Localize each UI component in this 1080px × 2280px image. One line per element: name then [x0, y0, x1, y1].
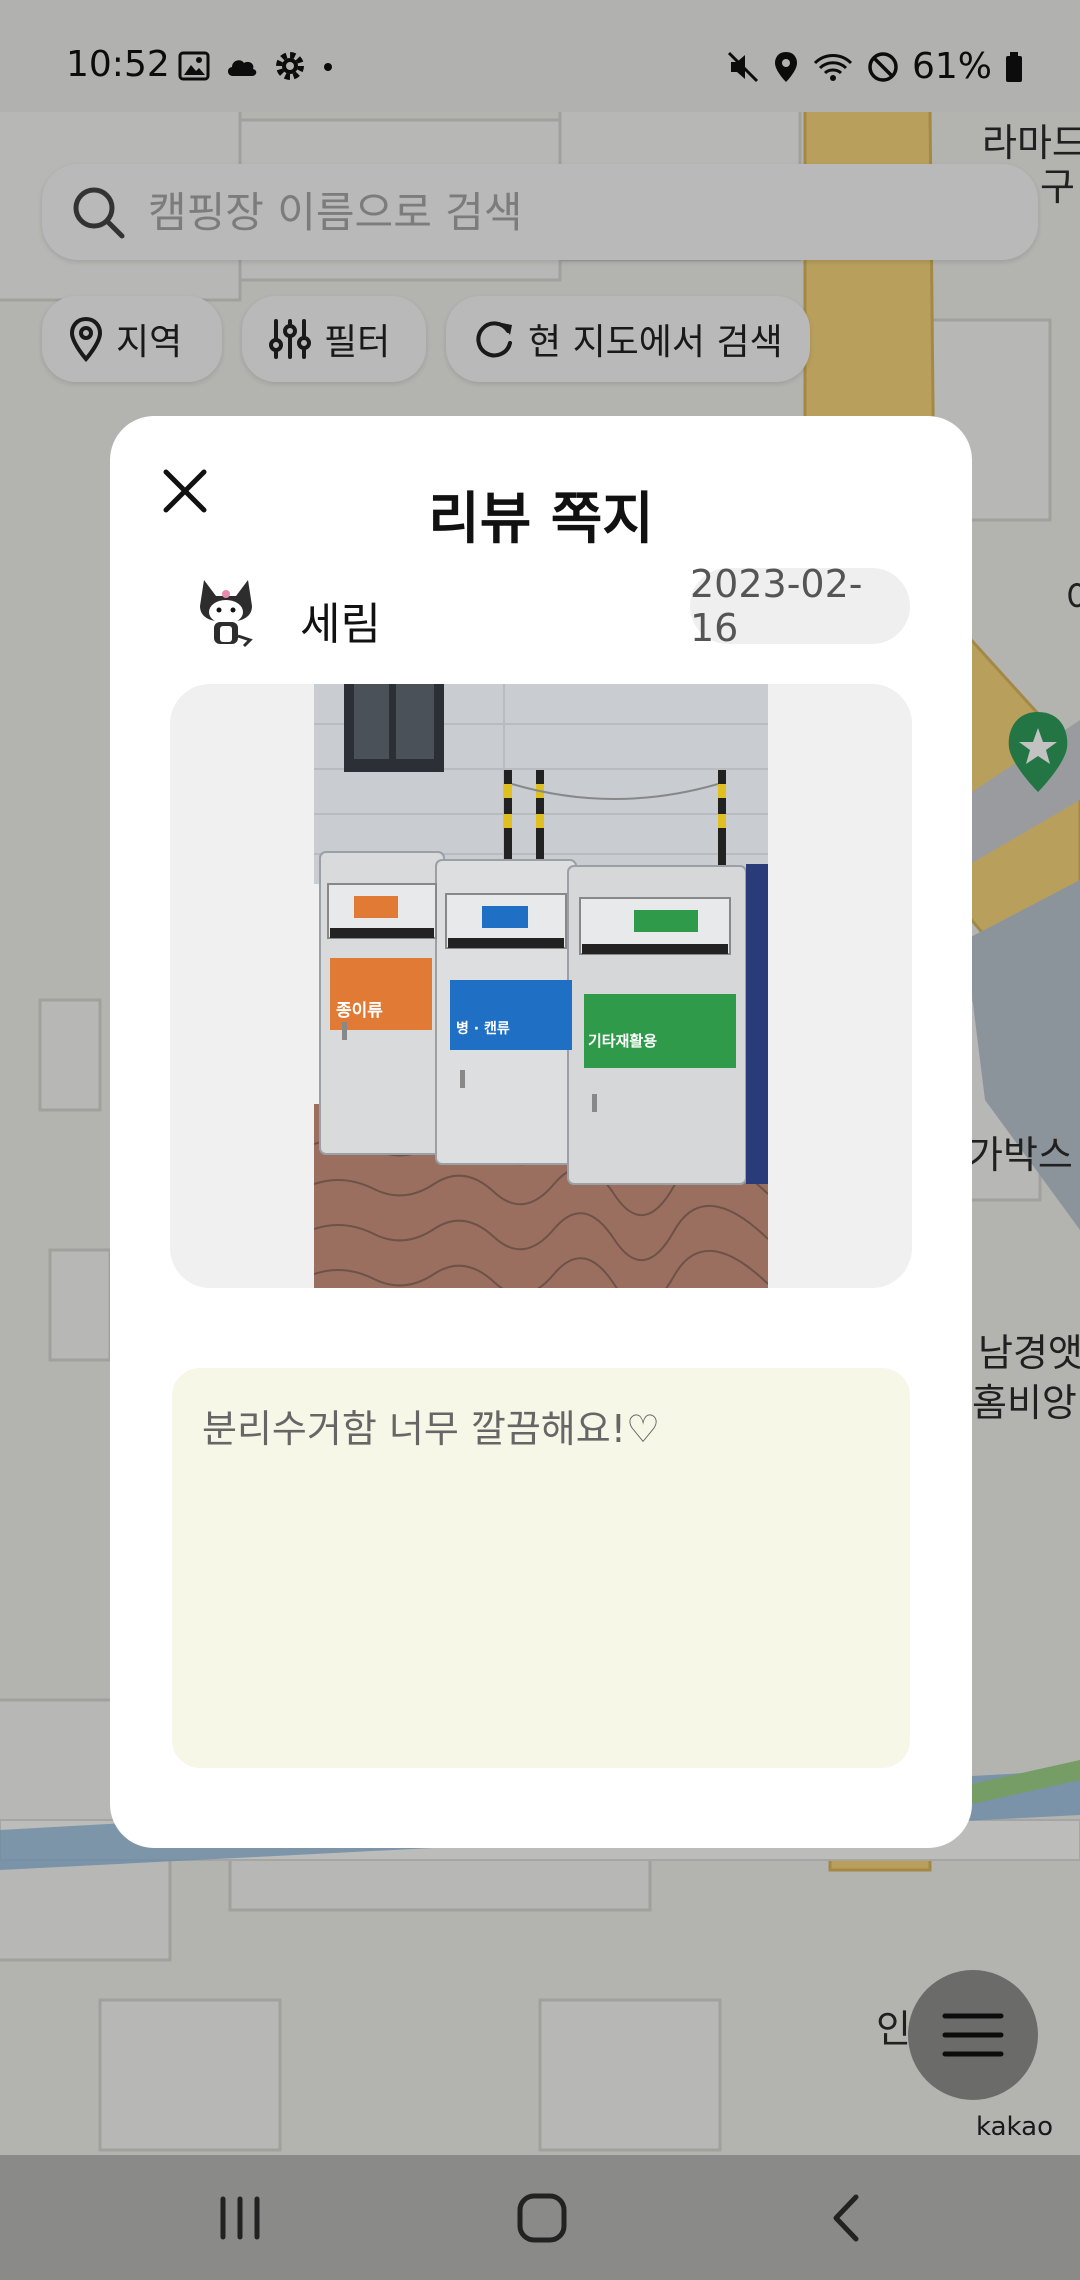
review-date-badge: 2023-02-16 [690, 562, 910, 650]
navigation-bar [0, 2155, 1080, 2280]
avatar [194, 576, 258, 652]
user-name: 세림 [300, 599, 381, 650]
review-text: 분리수거함 너무 깔끔해요!♡ [202, 1407, 661, 1451]
home-icon [517, 2193, 567, 2243]
review-modal: 리뷰 쪽지 세림 2023-02-16 종이류 병 · 캔류 기타재활용 분리수… [110, 416, 972, 1848]
bin-label-paper: 종이류 [336, 1001, 383, 1021]
review-photo[interactable]: 종이류 병 · 캔류 기타재활용 [314, 684, 768, 1288]
kuromi-avatar-icon [200, 580, 253, 648]
back-button[interactable] [806, 2183, 886, 2253]
review-content-box: 분리수거함 너무 깔끔해요!♡ [172, 1368, 910, 1768]
bin-label-other: 기타재활용 [588, 1032, 657, 1050]
photo-frame: 종이류 병 · 캔류 기타재활용 [170, 684, 912, 1288]
bin-label-cans: 병 · 캔류 [456, 1020, 510, 1037]
recycling-bins-image: 종이류 병 · 캔류 기타재활용 [314, 684, 768, 1288]
modal-title: 리뷰 쪽지 [428, 487, 654, 552]
back-icon [833, 2194, 859, 2242]
home-button[interactable] [502, 2183, 582, 2253]
recent-apps-button[interactable] [200, 2183, 280, 2253]
recent-apps-icon [220, 2196, 260, 2240]
